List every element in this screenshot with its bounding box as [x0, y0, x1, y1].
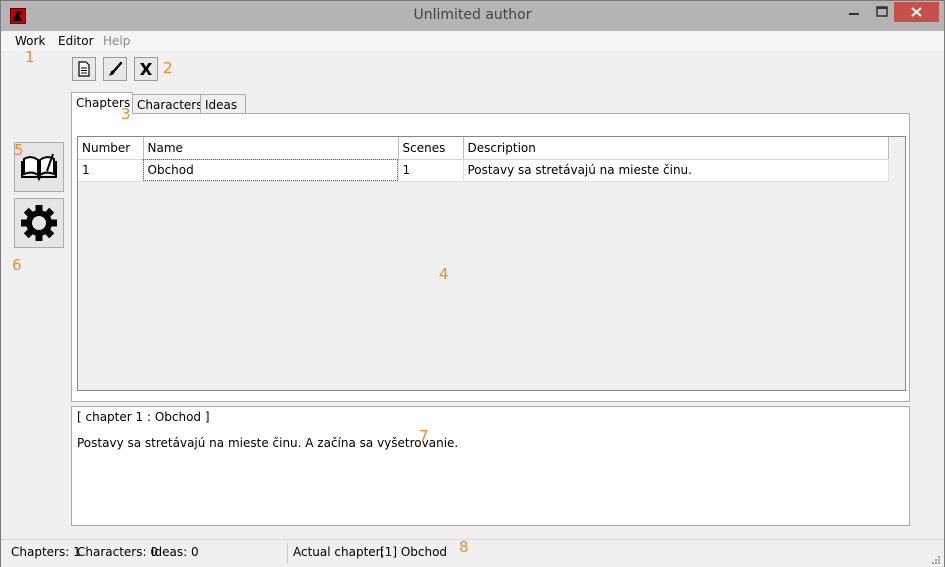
cell-number[interactable]: 1 [78, 159, 144, 182]
detail-text: Postavy sa stretávajú na mieste činu. A … [77, 436, 459, 450]
title-bar[interactable]: Unlimited author [1, 1, 944, 31]
annotation-1: 1 [25, 48, 35, 66]
maximize-button[interactable] [867, 2, 897, 22]
edit-button[interactable] [103, 57, 127, 81]
tab-characters[interactable]: Characters [132, 94, 203, 113]
gear-icon [21, 205, 57, 241]
column-header-scenes[interactable]: Scenes [398, 137, 464, 160]
detail-header: [ chapter 1 : Obchod ] [77, 410, 210, 424]
book-icon [21, 153, 57, 182]
status-actual-label: Actual chapter: [293, 545, 385, 559]
cell-description[interactable]: Postavy sa stretávajú na mieste činu. [463, 159, 889, 182]
app-window: Unlimited author Work Editor Help 1 2 5 … [0, 0, 945, 567]
annotation-3: 3 [121, 105, 131, 123]
status-chapters: Chapters: 1 [11, 545, 81, 559]
close-button[interactable] [894, 2, 939, 22]
document-icon [78, 61, 90, 77]
annotation-4: 4 [439, 265, 449, 283]
menu-work[interactable]: Work [15, 34, 45, 48]
status-actual-value: [1] Obchod [380, 545, 448, 559]
status-characters: Characters: 0 [77, 545, 158, 559]
cell-name[interactable]: Obchod [143, 159, 399, 182]
status-bar: Chapters: 1 Characters: 0 Ideas: 0 Actua… [1, 538, 944, 567]
column-header-description[interactable]: Description [463, 137, 889, 160]
status-separator [287, 543, 288, 563]
delete-button[interactable] [134, 57, 158, 81]
brush-icon [108, 61, 123, 76]
grid-header-row: Number Name Scenes Description [78, 137, 889, 160]
status-ideas: Ideas: 0 [151, 545, 199, 559]
close-x-icon [140, 63, 152, 75]
menu-help[interactable]: Help [103, 34, 130, 48]
window-title: Unlimited author [413, 7, 532, 23]
annotation-7: 7 [419, 427, 429, 445]
annotation-8: 8 [459, 538, 469, 556]
menu-editor[interactable]: Editor [58, 34, 94, 48]
chapters-table: Number Name Scenes Description 1 Obchod … [78, 137, 889, 182]
resize-grip-icon[interactable] [930, 554, 940, 564]
chapters-panel: Number Name Scenes Description 1 Obchod … [71, 113, 910, 402]
column-header-name[interactable]: Name [143, 137, 399, 160]
annotation-2: 2 [163, 59, 173, 77]
chapters-grid[interactable]: Number Name Scenes Description 1 Obchod … [77, 136, 906, 391]
chapter-detail[interactable]: [ chapter 1 : Obchod ] Postavy sa stretá… [71, 406, 910, 526]
menu-bar: Work Editor Help [1, 31, 944, 51]
column-header-number[interactable]: Number [78, 137, 144, 160]
annotation-5: 5 [14, 141, 24, 159]
settings-button[interactable] [14, 198, 64, 248]
table-row[interactable]: 1 Obchod 1 Postavy sa stretávajú na mies… [78, 159, 889, 182]
minimize-button[interactable] [839, 2, 869, 22]
new-document-button[interactable] [72, 57, 96, 81]
tab-ideas[interactable]: Ideas [200, 94, 246, 113]
annotation-6: 6 [12, 256, 22, 274]
cell-scenes[interactable]: 1 [398, 159, 464, 182]
